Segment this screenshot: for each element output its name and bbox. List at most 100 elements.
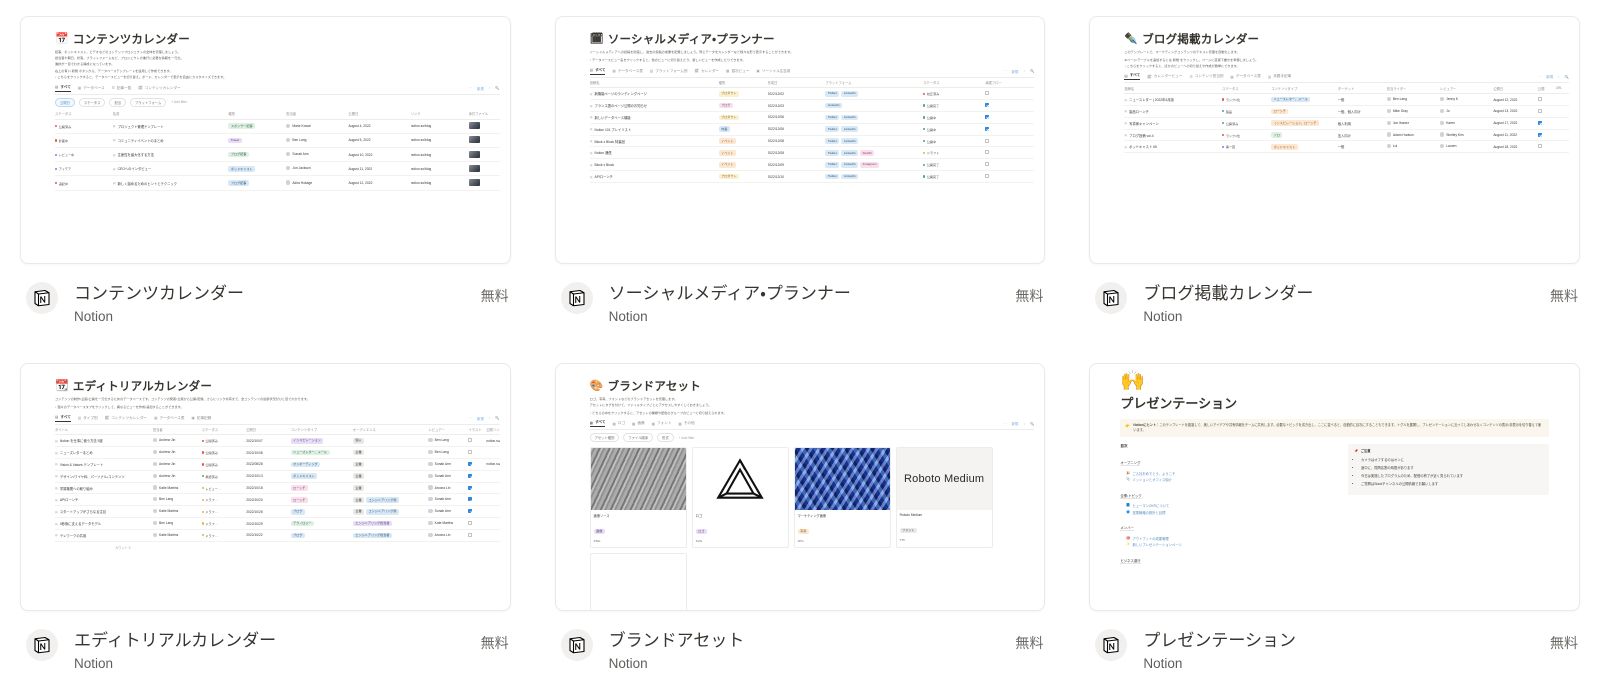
card-title[interactable]: ソーシャルメディア・プランナー bbox=[609, 283, 1004, 305]
checkbox[interactable] bbox=[468, 521, 473, 526]
db-view-tab[interactable]: 🗓 カレンダービュー bbox=[1147, 74, 1182, 79]
checkbox[interactable] bbox=[1537, 144, 1542, 149]
table-row[interactable]: ニューズレターまとめ Andrew Jin 公開済み 2022/10/08 ニュ… bbox=[55, 446, 500, 459]
toc-item[interactable]: 📎 ミッションとオフィス紹介 bbox=[1126, 477, 1338, 482]
filter-chip[interactable]: アセット種別 bbox=[589, 433, 620, 443]
column-header[interactable]: ステータス bbox=[201, 424, 247, 436]
checkbox[interactable] bbox=[1537, 108, 1542, 113]
table-row[interactable]: アイデア CEOへのインタビュー ポッドキャスト Jon Jackson Aug… bbox=[55, 161, 500, 177]
table-row[interactable]: 製品ローンチ 製品 ローンチ 一般、個人向け Mike Gray Jo Augu… bbox=[1124, 105, 1569, 118]
column-header[interactable]: ターゲット bbox=[1337, 83, 1387, 95]
db-view-tab[interactable]: ▤ すべて bbox=[589, 68, 606, 75]
asset-card[interactable]: ロゴ ロゴ SVG bbox=[691, 447, 789, 548]
asset-card[interactable]: 画像ソース 画像 PNG bbox=[589, 447, 687, 548]
sort-icon[interactable]: ↕ bbox=[1023, 422, 1025, 426]
search-icon[interactable]: 🔍 bbox=[1565, 75, 1569, 79]
column-header[interactable]: 公開日 bbox=[348, 108, 411, 120]
new-button[interactable]: 新規 bbox=[477, 86, 484, 91]
column-header[interactable]: URL bbox=[1555, 83, 1569, 95]
column-header[interactable]: 公開リンク bbox=[486, 424, 500, 436]
database-view-tabs[interactable]: ▤ すべて ▥ タイプ別 🗓 コンテンツカレンダー ▦ データベース表 ▣ 記事記録 ⋯ … bbox=[55, 415, 500, 425]
table-row[interactable]: 公開済み プロジェクト管理テンプレート スポンサー記事 Marie Kowal … bbox=[55, 119, 500, 134]
search-icon[interactable]: 🔍 bbox=[495, 86, 499, 90]
cell-illustration[interactable] bbox=[468, 434, 487, 448]
cell-illustration[interactable] bbox=[468, 446, 487, 459]
card-title[interactable]: ブログ掲載カレンダー bbox=[1143, 283, 1538, 305]
checkbox[interactable] bbox=[468, 450, 473, 455]
table-row[interactable]: Vision & Values テンプレート Andrew Jin 公開済み 2… bbox=[55, 458, 500, 471]
cell-published[interactable] bbox=[1537, 140, 1556, 154]
filter-chip[interactable]: ステータス bbox=[78, 97, 106, 107]
checkbox[interactable] bbox=[985, 150, 990, 155]
checkbox[interactable] bbox=[468, 485, 473, 490]
table-row[interactable]: テレワークの共用 Katie Martins ドラフ… 2022/10/22 ブ… bbox=[55, 529, 500, 542]
filter-label[interactable]: ⋯ bbox=[1003, 69, 1006, 73]
db-view-tab[interactable]: ▣ 記事記録 bbox=[191, 416, 211, 421]
cell-approval[interactable] bbox=[985, 99, 1035, 112]
db-toolbar-right[interactable]: ⋯ 新規 ↕ 🔍 bbox=[469, 416, 500, 421]
filter-label[interactable]: ⋯ bbox=[1003, 422, 1006, 426]
add-filter-button[interactable]: + Add filter bbox=[170, 99, 191, 105]
table-row[interactable]: ニュースレター | 2022年4月版 ランク1位 ニュースレター、メール 一般 … bbox=[1124, 93, 1569, 106]
db-view-tab[interactable]: ▩ すべて bbox=[589, 420, 606, 428]
new-button[interactable]: 新規 bbox=[477, 416, 484, 421]
database-view-tabs[interactable]: ▤ すべて ▦ データベース表 ▥ プラットフォーム別 🗓 カレンダー ▩ 週次ビュー ▣… bbox=[589, 68, 1035, 78]
checkbox[interactable] bbox=[468, 473, 473, 478]
db-toolbar-right[interactable]: ⋯ 新規 ↕ 🔍 bbox=[1003, 421, 1034, 427]
column-header[interactable]: 種別 bbox=[718, 77, 768, 89]
filter-chip[interactable]: ファイル順序 bbox=[623, 433, 654, 443]
column-header[interactable]: 名前 bbox=[112, 108, 229, 120]
column-header[interactable]: 作成日 bbox=[767, 77, 826, 89]
cell-illustration[interactable] bbox=[468, 505, 487, 519]
checkbox[interactable] bbox=[468, 461, 473, 466]
cell-approval[interactable] bbox=[985, 158, 1035, 172]
db-view-tab[interactable]: ▦ データベース表 bbox=[1230, 74, 1260, 79]
checkbox[interactable] bbox=[468, 532, 473, 537]
checkbox[interactable] bbox=[1537, 132, 1542, 137]
cell-illustration[interactable] bbox=[468, 517, 487, 530]
search-icon[interactable]: 🔍 bbox=[1030, 69, 1034, 73]
search-icon[interactable]: 🔍 bbox=[1030, 422, 1034, 426]
column-header[interactable]: 公開日 bbox=[1493, 83, 1538, 95]
add-filter-button[interactable]: + Add filter bbox=[678, 435, 699, 441]
template-card-social-media-planner[interactable]: 🗓 ソーシャルメディア・プランナー ソーシャルメディアへの投稿を計画し、過去の投… bbox=[554, 16, 1046, 349]
column-header[interactable]: 担当者 bbox=[152, 424, 202, 436]
card-title[interactable]: ブランドアセット bbox=[609, 630, 1004, 652]
db-view-tab[interactable]: ▩ ロゴ bbox=[612, 421, 625, 426]
search-icon[interactable]: 🔍 bbox=[495, 416, 499, 420]
column-header[interactable]: ステータス bbox=[1222, 83, 1272, 95]
cell-approval[interactable] bbox=[985, 146, 1035, 160]
sort-icon[interactable]: ↕ bbox=[489, 416, 491, 420]
sort-icon[interactable]: ↕ bbox=[489, 86, 491, 90]
db-view-tab[interactable]: ☰ 記事一覧 bbox=[112, 86, 132, 91]
card-title[interactable]: プレゼンテーション bbox=[1143, 630, 1538, 652]
table-row[interactable]: スタートアップがさらなる注目 Katie Martins ドラフ… 2022/1… bbox=[55, 505, 500, 519]
table-row[interactable]: Block x Block 特集回 イベント 2022/12/08 Twitte… bbox=[589, 135, 1035, 148]
filter-label[interactable]: ⋯ bbox=[469, 416, 472, 420]
new-button[interactable]: 新規 bbox=[1012, 421, 1019, 426]
table-row[interactable]: 計画中 コミュニティイベントのまとめ Tweet Ben Lang August… bbox=[55, 133, 500, 149]
db-view-tab[interactable]: 🗓 コンテンツカレンダー bbox=[105, 416, 148, 421]
template-preview-brand-assets[interactable]: 🎨 ブランドアセット ロゴ、写真、フォントなどのブランドアセットを管理します。 … bbox=[554, 363, 1046, 611]
checkbox[interactable] bbox=[468, 497, 473, 502]
toc-item[interactable]: 📘 ヒューマンOKRについて bbox=[1126, 503, 1338, 508]
table-row[interactable]: 新しいデータベース機能 プロダクト 2022/12/06 TwitterLink… bbox=[589, 111, 1035, 124]
table-row[interactable]: 写真家キャンペーン 公開済み インスピレーション、ローンチ 個人利用 Jon I… bbox=[1124, 117, 1569, 130]
column-header[interactable]: 担当ライター bbox=[1386, 83, 1440, 95]
checkbox[interactable] bbox=[1537, 97, 1542, 102]
cell-illustration[interactable] bbox=[468, 482, 487, 495]
table-row[interactable]: 0秒後に支えるデータモデル Ben Lang ドラフ… 2022/10/29 テ… bbox=[55, 517, 500, 530]
table-row[interactable]: APIローンチ Ben Lang ドラフ… 2022/10/20 ローンチ 企業… bbox=[55, 493, 500, 507]
template-card-editorial-calendar[interactable]: 📆 エディトリアルカレンダー コンテンツの制作・企画・公開を一元化するためのデー… bbox=[20, 363, 511, 688]
checkbox[interactable] bbox=[468, 509, 473, 514]
sort-icon[interactable]: ↕ bbox=[1023, 69, 1025, 73]
table-row[interactable]: 新機能ページのランディングページ プロダクト 2022/12/02 Twitte… bbox=[589, 87, 1035, 101]
db-view-tab[interactable]: ▦ データベース表 bbox=[154, 416, 184, 421]
cell-published[interactable] bbox=[1537, 117, 1556, 130]
checkbox[interactable] bbox=[1537, 120, 1542, 125]
column-header[interactable]: オーディエンス bbox=[352, 424, 429, 436]
template-preview-content-calendar[interactable]: 📅 コンテンツカレンダー 記事、ポッドキャスト、ビデオなどのコンテンツプロジェク… bbox=[20, 16, 511, 264]
checkbox[interactable] bbox=[468, 438, 473, 443]
cell-approval[interactable] bbox=[985, 123, 1035, 136]
column-header[interactable]: プラットフォーム bbox=[825, 77, 924, 89]
